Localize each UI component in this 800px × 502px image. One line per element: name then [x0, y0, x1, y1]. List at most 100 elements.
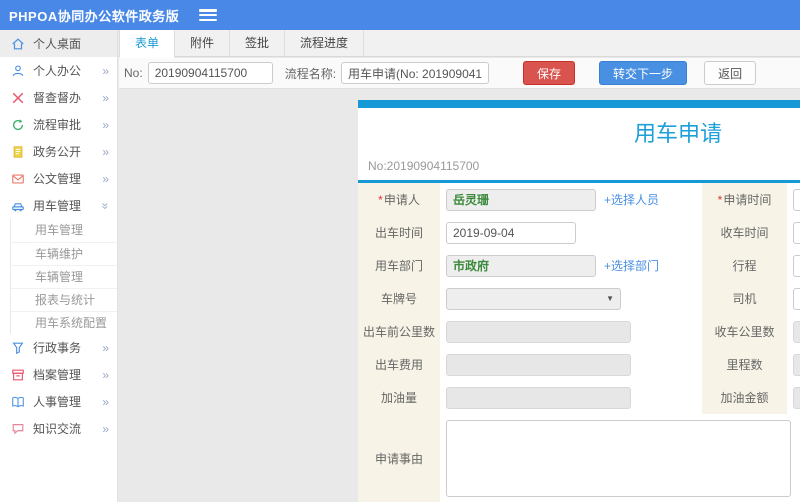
- home-icon: [10, 36, 25, 51]
- book-icon: [10, 394, 25, 409]
- funnel-icon: [10, 340, 25, 355]
- field-label-driver: 司机: [702, 282, 787, 315]
- sidebar-item-label: 档案管理: [33, 368, 82, 382]
- sidebar-item-label: 政务公开: [33, 145, 82, 159]
- no-label: No:: [124, 66, 143, 80]
- field-label-trip-cost: 出车费用: [358, 348, 440, 381]
- chevron-right-icon: »: [102, 171, 109, 186]
- fuel-volume-input: [446, 386, 631, 409]
- select-person-link[interactable]: +选择人员: [604, 191, 659, 208]
- toolbar: No: 流程名称: 保存 转交下一步 返回: [119, 58, 800, 89]
- chevron-right-icon: »: [102, 117, 109, 132]
- field-label-fuel-volume: 加油量: [358, 381, 440, 414]
- content-area: 用车申请 No:20190904115700 * 申请人 +选择人员 * 申请时…: [119, 89, 800, 502]
- sidebar-item-official-docs[interactable]: 公文管理 »: [0, 165, 117, 192]
- sidebar-item-supervision[interactable]: 督查督办 »: [0, 84, 117, 111]
- field-km-after: [787, 315, 800, 348]
- submenu-item-vehicle-admin[interactable]: 车辆管理: [11, 265, 117, 288]
- sidebar-item-hr-mgmt[interactable]: 人事管理 »: [0, 388, 117, 415]
- tab-sign[interactable]: 签批: [230, 30, 286, 57]
- tab-process-progress[interactable]: 流程进度: [285, 30, 365, 57]
- save-button[interactable]: 保存: [523, 61, 576, 85]
- field-mileage: [787, 348, 800, 381]
- field-driver: [787, 282, 800, 315]
- reason-textarea[interactable]: [446, 420, 791, 497]
- depart-time-input[interactable]: [446, 221, 576, 244]
- no-input[interactable]: [147, 62, 273, 84]
- back-button[interactable]: 返回: [704, 61, 757, 85]
- sidebar: 个人桌面 个人办公 » 督查督办 » 流程审批 » 政务公开 » 公文管理 » …: [0, 30, 118, 502]
- archive-icon: [10, 367, 25, 382]
- chevron-right-icon: »: [102, 367, 109, 382]
- sidebar-item-archive-mgmt[interactable]: 档案管理 »: [0, 361, 117, 388]
- dropdown-arrow-icon: ▼: [606, 294, 614, 303]
- field-label-fuel-cost: 加油金额: [702, 381, 787, 414]
- sidebar-item-label: 知识交流: [33, 422, 82, 436]
- field-label-km-before: 出车前公里数: [358, 315, 440, 348]
- app-window: PHPOA协同办公软件政务版 个人桌面 个人办公 » 督查督办 » 流程审批 »…: [0, 0, 800, 502]
- field-apply-time: [787, 183, 800, 216]
- field-plate-number: ▼: [440, 282, 702, 315]
- field-km-before: [440, 315, 702, 348]
- km-before-input: [446, 320, 631, 343]
- field-label-depart-time: 出车时间: [358, 216, 440, 249]
- field-label-return-time: 收车时间: [702, 216, 787, 249]
- car-icon: [10, 198, 25, 213]
- vehicle-dept-input[interactable]: [446, 254, 596, 277]
- submenu-item-vehicle-mgmt[interactable]: 用车管理: [11, 219, 117, 242]
- submenu-item-vehicle-maintain[interactable]: 车辆维护: [11, 242, 117, 265]
- envelope-icon: [10, 171, 25, 186]
- sidebar-item-vehicle-mgmt[interactable]: 用车管理 »: [0, 192, 117, 219]
- trip-input[interactable]: [793, 254, 800, 277]
- sidebar-item-gov-public[interactable]: 政务公开 »: [0, 138, 117, 165]
- km-after-input: [793, 320, 800, 343]
- field-trip-cost: [440, 348, 702, 381]
- sidebar-item-label: 个人桌面: [33, 37, 82, 51]
- form-grid: * 申请人 +选择人员 * 申请时间 出车时间: [358, 183, 800, 502]
- select-dept-link[interactable]: +选择部门: [604, 257, 659, 274]
- field-return-time: [787, 216, 800, 249]
- supervise-icon: [10, 90, 25, 105]
- sidebar-item-personal-office[interactable]: 个人办公 »: [0, 57, 117, 84]
- field-label-apply-time: * 申请时间: [702, 183, 787, 216]
- sidebar-item-process-approval[interactable]: 流程审批 »: [0, 111, 117, 138]
- field-fuel-volume: [440, 381, 702, 414]
- chat-icon: [10, 421, 25, 436]
- driver-input[interactable]: [793, 287, 800, 310]
- sidebar-item-admin-affairs[interactable]: 行政事务 »: [0, 334, 117, 361]
- return-time-input[interactable]: [793, 221, 800, 244]
- field-label-trip: 行程: [702, 249, 787, 282]
- field-vehicle-dept: +选择部门: [440, 249, 702, 282]
- app-title: PHPOA协同办公软件政务版: [9, 8, 180, 24]
- apply-time-input[interactable]: [793, 188, 800, 211]
- chevron-right-icon: »: [102, 63, 109, 78]
- field-label-reason: 申请事由: [358, 414, 440, 502]
- tab-bar: 表单 附件 签批 流程进度: [119, 30, 800, 58]
- flow-name-input[interactable]: [341, 62, 490, 84]
- sidebar-item-personal-desktop[interactable]: 个人桌面: [0, 30, 117, 57]
- tab-form[interactable]: 表单: [119, 30, 176, 58]
- field-label-km-after: 收车公里数: [702, 315, 787, 348]
- field-label-mileage: 里程数: [702, 348, 787, 381]
- submenu-item-reports-stats[interactable]: 报表与统计: [11, 288, 117, 311]
- plate-number-select[interactable]: ▼: [446, 287, 621, 310]
- user-icon: [10, 63, 25, 78]
- required-mark: *: [378, 192, 383, 207]
- sidebar-item-knowledge[interactable]: 知识交流 »: [0, 415, 117, 442]
- sidebar-item-label: 公文管理: [33, 172, 82, 186]
- submenu-item-vehicle-config[interactable]: 用车系统配置: [11, 311, 117, 334]
- forward-next-step-button[interactable]: 转交下一步: [599, 61, 688, 85]
- fuel-cost-input: [793, 386, 800, 409]
- field-label-vehicle-dept: 用车部门: [358, 249, 440, 282]
- sidebar-item-label: 人事管理: [33, 395, 82, 409]
- sidebar-item-label: 个人办公: [33, 64, 82, 78]
- chevron-down-icon: »: [98, 202, 113, 209]
- required-mark: *: [717, 192, 723, 207]
- hamburger-menu-icon[interactable]: [199, 9, 218, 21]
- applicant-input[interactable]: [446, 188, 596, 211]
- tab-attachments[interactable]: 附件: [175, 30, 231, 57]
- field-applicant: +选择人员: [440, 183, 702, 216]
- field-trip: [787, 249, 800, 282]
- chevron-right-icon: »: [102, 144, 109, 159]
- flow-name-label: 流程名称:: [284, 66, 337, 81]
